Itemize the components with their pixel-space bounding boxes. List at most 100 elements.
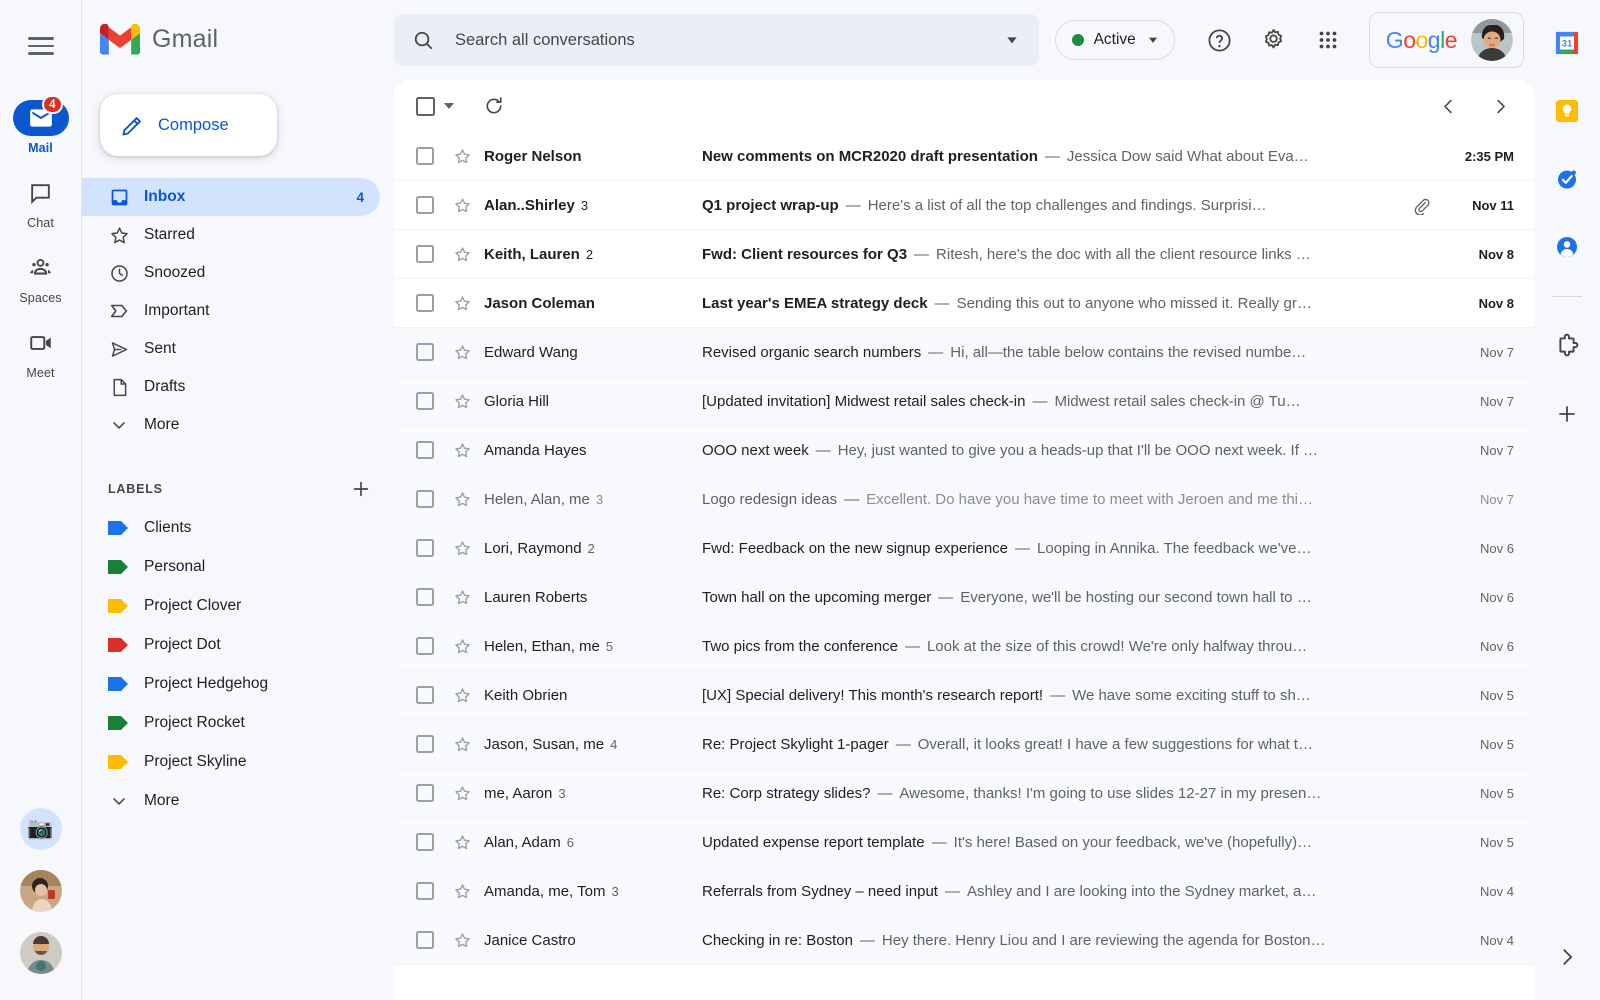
star-icon[interactable] <box>450 441 474 460</box>
chevron-down-icon[interactable] <box>444 103 454 109</box>
expand-side-panel-icon[interactable] <box>1546 936 1588 978</box>
star-icon[interactable] <box>450 588 474 607</box>
row-checkbox[interactable] <box>416 490 434 508</box>
sidebar-item-inbox[interactable]: Inbox 4 <box>82 178 380 216</box>
rail-item-meet[interactable]: Meet <box>11 325 71 380</box>
sidebar-item-more[interactable]: More <box>82 406 380 444</box>
row-checkbox[interactable] <box>416 784 434 802</box>
google-calendar-icon[interactable]: 31 <box>1546 22 1588 64</box>
row-checkbox[interactable] <box>416 931 434 949</box>
star-icon[interactable] <box>450 784 474 803</box>
status-badge[interactable]: Active <box>1054 20 1175 60</box>
hamburger-menu-icon[interactable] <box>19 24 63 68</box>
search-input[interactable]: Search all conversations <box>394 14 1039 66</box>
plus-icon[interactable] <box>348 476 374 502</box>
table-row[interactable]: Jason Coleman Last year's EMEA strategy d… <box>394 279 1534 328</box>
star-icon[interactable] <box>450 686 474 705</box>
star-icon[interactable] <box>450 294 474 313</box>
thread-count: 3 <box>595 491 604 507</box>
account-avatar[interactable] <box>1471 19 1513 61</box>
camera-avatar[interactable]: 📷 <box>19 808 62 850</box>
star-icon[interactable] <box>450 245 474 264</box>
table-row[interactable]: Roger Nelson New comments on MCR2020 draf… <box>394 132 1534 181</box>
chevron-left-icon[interactable] <box>1434 92 1462 120</box>
google-tasks-icon[interactable] <box>1546 158 1588 200</box>
row-checkbox[interactable] <box>416 833 434 851</box>
account-switcher[interactable]: Google <box>1368 12 1524 68</box>
search-options-icon[interactable] <box>1001 29 1023 51</box>
star-icon[interactable] <box>450 196 474 215</box>
star-icon[interactable] <box>450 147 474 166</box>
rail-item-mail[interactable]: 4 Mail <box>11 95 71 155</box>
rail-item-spaces[interactable]: Spaces <box>11 250 71 305</box>
row-checkbox[interactable] <box>416 196 434 214</box>
sidebar-item-label-project-rocket[interactable]: Project Rocket <box>82 703 394 742</box>
row-checkbox[interactable] <box>416 588 434 606</box>
gear-icon[interactable] <box>1252 18 1296 62</box>
star-icon[interactable] <box>450 735 474 754</box>
user-avatar-man[interactable] <box>19 932 62 974</box>
table-row[interactable]: Amanda Hayes OOO next week — Hey, just want… <box>394 426 1534 475</box>
row-checkbox[interactable] <box>416 637 434 655</box>
sidebar-item-labels-more[interactable]: More <box>82 781 394 820</box>
compose-button[interactable]: Compose <box>100 94 277 156</box>
table-row[interactable]: Alan, Adam 6 Updated expense report templa… <box>394 818 1534 867</box>
table-row[interactable]: Keith Obrien [UX] Special delivery! This … <box>394 671 1534 720</box>
table-row[interactable]: Lori, Raymond 2 Fwd: Feedback on the new s… <box>394 524 1534 573</box>
row-checkbox[interactable] <box>416 392 434 410</box>
google-contacts-icon[interactable] <box>1546 226 1588 268</box>
row-checkbox[interactable] <box>416 343 434 361</box>
star-icon[interactable] <box>450 343 474 362</box>
star-icon[interactable] <box>450 637 474 656</box>
table-row[interactable]: Helen, Alan, me 3 Logo redesign ideas — Exce… <box>394 475 1534 524</box>
chevron-right-icon[interactable] <box>1486 92 1514 120</box>
table-row[interactable]: Gloria Hill [Updated invitation] Midwest … <box>394 377 1534 426</box>
star-icon[interactable] <box>450 931 474 950</box>
table-row[interactable]: Alan..Shirley 3 Q1 project wrap-up — Here's … <box>394 181 1534 230</box>
table-row[interactable]: me, Aaron 3 Re: Corp strategy slides? — Awes… <box>394 769 1534 818</box>
table-row[interactable]: Amanda, me, Tom 3 Referrals from Sydney – … <box>394 867 1534 916</box>
row-checkbox[interactable] <box>416 245 434 263</box>
row-checkbox[interactable] <box>416 441 434 459</box>
sidebar-item-sent[interactable]: Sent <box>82 330 380 368</box>
sidebar-item-label-project-dot[interactable]: Project Dot <box>82 625 394 664</box>
apps-grid-icon[interactable] <box>1306 18 1350 62</box>
row-checkbox[interactable] <box>416 686 434 704</box>
sidebar-item-label-personal[interactable]: Personal <box>82 547 394 586</box>
table-row[interactable]: Janice Castro Checking in re: Boston — Hey … <box>394 916 1534 965</box>
row-checkbox[interactable] <box>416 882 434 900</box>
sidebar-item-label-project-clover[interactable]: Project Clover <box>82 586 394 625</box>
star-icon[interactable] <box>450 490 474 509</box>
row-checkbox[interactable] <box>416 147 434 165</box>
sidebar-item-drafts[interactable]: Drafts <box>82 368 380 406</box>
row-checkbox[interactable] <box>416 539 434 557</box>
add-side-panel-icon[interactable] <box>1546 393 1588 435</box>
refresh-icon[interactable] <box>479 91 509 121</box>
star-icon[interactable] <box>450 539 474 558</box>
help-icon[interactable] <box>1198 18 1242 62</box>
table-row[interactable]: Edward Wang Revised organic search number… <box>394 328 1534 377</box>
sidebar-item-label-clients[interactable]: Clients <box>82 508 394 547</box>
rail-item-chat[interactable]: Chat <box>11 175 71 230</box>
marketplace-addons-icon[interactable] <box>1546 325 1588 367</box>
star-icon[interactable] <box>450 833 474 852</box>
star-icon[interactable] <box>450 882 474 901</box>
user-avatar-woman[interactable] <box>19 870 62 912</box>
sidebar-item-snoozed[interactable]: Snoozed <box>82 254 380 292</box>
message-preview: Re: Project Skylight 1-pager — Overall, it… <box>702 736 1406 753</box>
row-checkbox[interactable] <box>416 735 434 753</box>
table-row[interactable]: Jason, Susan, me 4 Re: Project Skylight 1-… <box>394 720 1534 769</box>
table-row[interactable]: Keith, Lauren 2 Fwd: Client resources for … <box>394 230 1534 279</box>
sidebar-item-label-project-hedgehog[interactable]: Project Hedgehog <box>82 664 394 703</box>
sidebar-item-important[interactable]: Important <box>82 292 380 330</box>
subject: Fwd: Client resources for Q3 <box>702 245 908 263</box>
row-checkbox[interactable] <box>416 294 434 312</box>
sidebar-item-starred[interactable]: Starred <box>82 216 380 254</box>
google-keep-icon[interactable] <box>1546 90 1588 132</box>
select-all-checkbox[interactable] <box>416 96 435 116</box>
table-row[interactable]: Helen, Ethan, me 5 Two pics from the confe… <box>394 622 1534 671</box>
sidebar-item-label-project-skyline[interactable]: Project Skyline <box>82 742 394 781</box>
star-icon[interactable] <box>450 392 474 411</box>
gmail-logo-brand[interactable]: Gmail <box>82 0 394 78</box>
table-row[interactable]: Lauren Roberts Town hall on the upcoming … <box>394 573 1534 622</box>
